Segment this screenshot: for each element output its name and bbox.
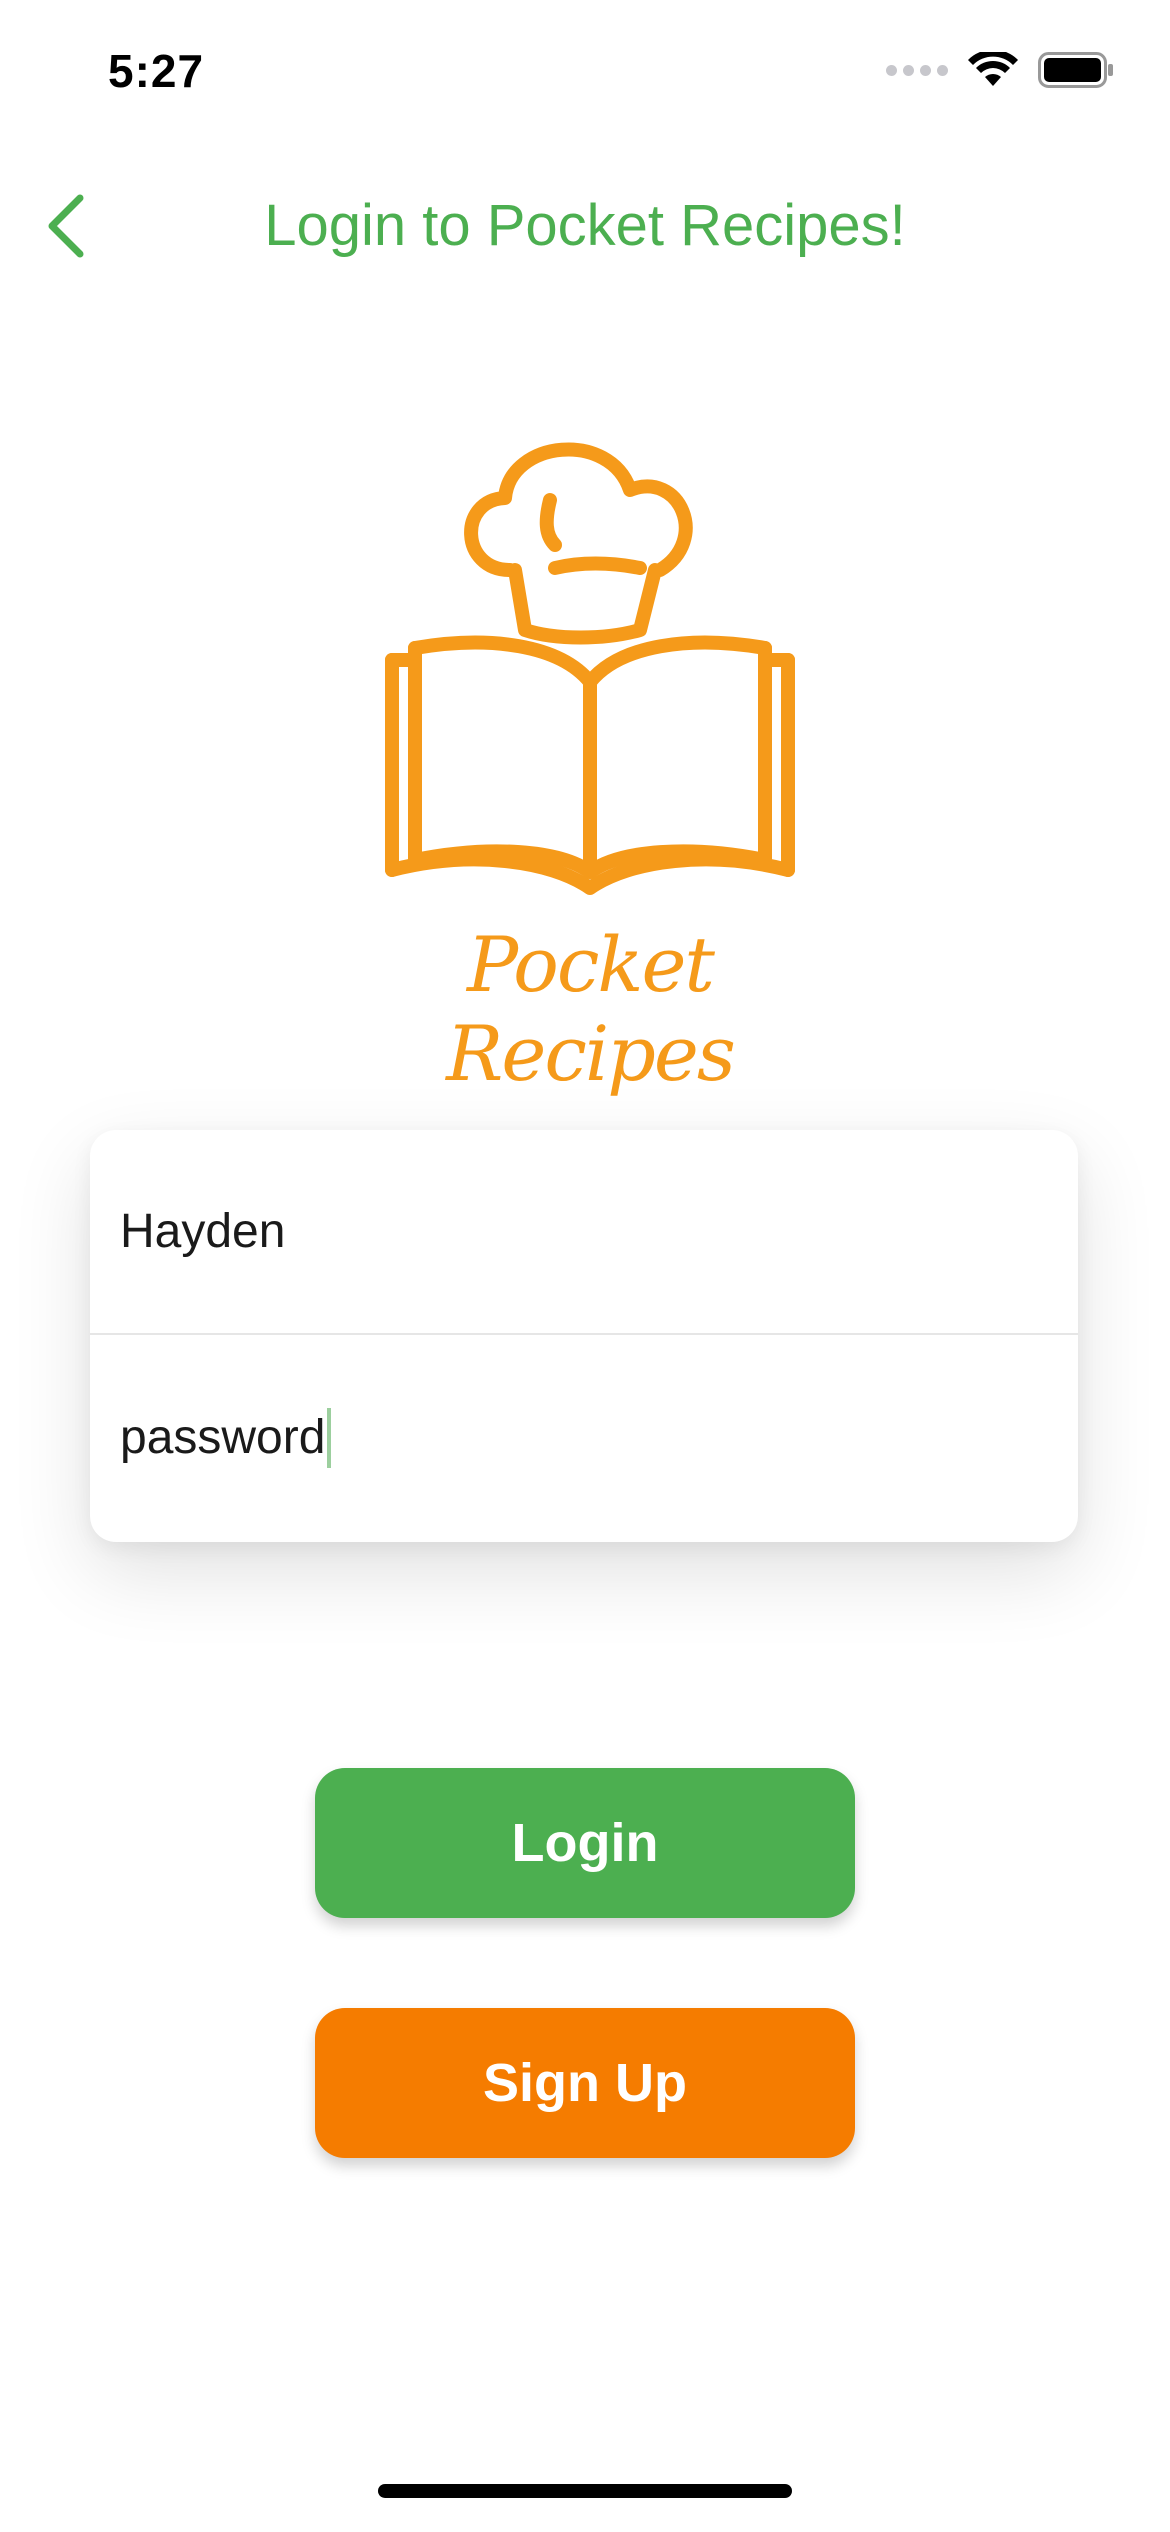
login-button-label: Login <box>511 1813 659 1873</box>
password-value: password <box>120 1411 326 1464</box>
battery-icon <box>1038 52 1113 88</box>
status-time: 5:27 <box>108 45 205 97</box>
login-button[interactable]: Login <box>315 1768 855 1918</box>
page-title: Login to Pocket Recipes! <box>264 193 906 258</box>
login-form-card: Hayden password <box>90 1130 1078 1542</box>
wifi-icon <box>968 52 1018 86</box>
username-value: Hayden <box>120 1205 286 1258</box>
signup-button[interactable]: Sign Up <box>315 2008 855 2158</box>
signup-button-label: Sign Up <box>483 2053 687 2113</box>
text-cursor <box>327 1407 332 1468</box>
password-field[interactable]: password <box>90 1335 1078 1540</box>
chef-hat-book-icon <box>385 442 795 895</box>
status-icons <box>886 52 1114 88</box>
cellular-signal-icon <box>886 64 948 76</box>
username-field[interactable]: Hayden <box>90 1130 1078 1335</box>
logo-wordmark: Pocket Recipes <box>446 920 736 1098</box>
home-indicator[interactable] <box>378 2484 792 2498</box>
app-logo: Pocket Recipes <box>340 420 840 1098</box>
